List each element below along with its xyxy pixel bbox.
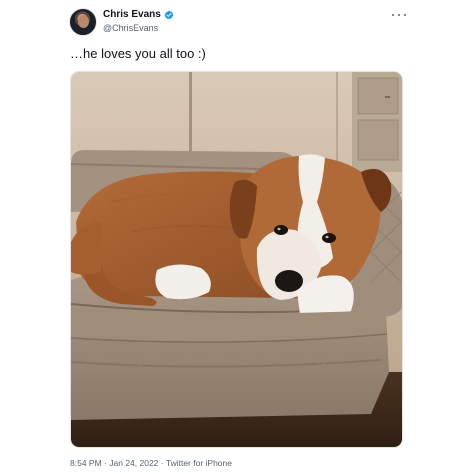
tweet-source[interactable]: Twitter for iPhone [166,458,232,468]
more-horizontal-icon[interactable] [392,11,406,19]
tweet-date[interactable]: Jan 24, 2022 [109,458,158,468]
dog-on-bed-illustration [71,72,402,447]
author-display-name[interactable]: Chris Evans [103,9,161,21]
more-dot [392,14,394,16]
tweet-photo[interactable] [70,71,403,448]
tweet-card: Chris Evans @ChrisEvans …he loves you al… [0,0,474,474]
avatar[interactable] [69,8,97,36]
author-name-row: Chris Evans [103,9,174,21]
author-handle[interactable]: @ChrisEvans [103,22,174,34]
meta-separator: · [104,458,107,468]
meta-separator: · [160,458,164,468]
more-dot [398,14,400,16]
more-dot [404,14,406,16]
verified-badge-icon [164,10,174,20]
tweet-time[interactable]: 8:54 PM [70,458,102,468]
tweet-text: …he loves you all too :) [70,46,206,61]
tweet-meta: 8:54 PM · Jan 24, 2022 · Twitter for iPh… [70,458,232,469]
avatar-face [78,15,89,28]
author-block: Chris Evans @ChrisEvans [103,9,174,34]
